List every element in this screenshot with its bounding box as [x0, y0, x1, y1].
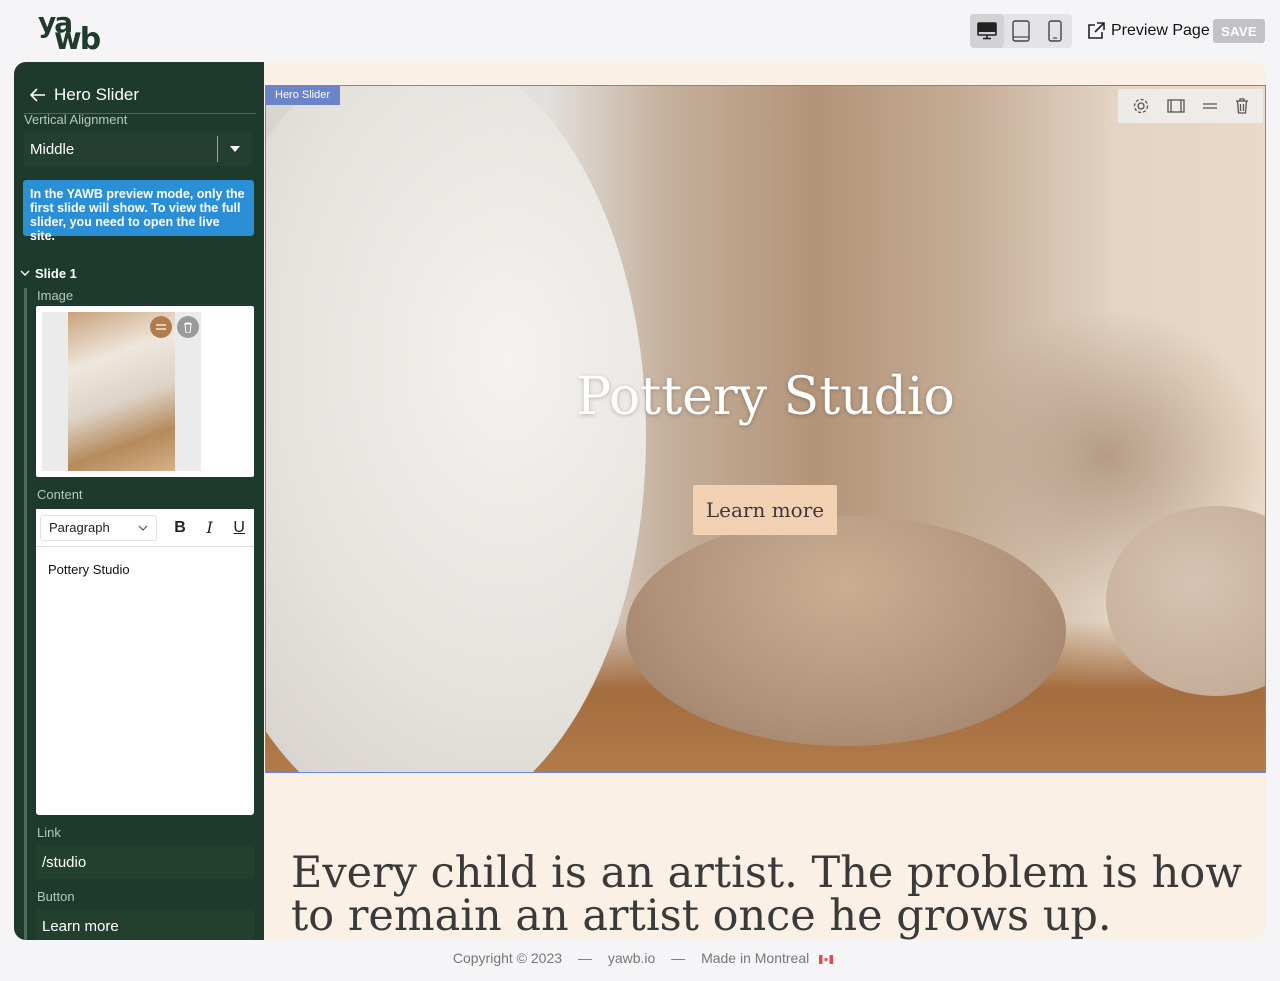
copyright-text: Copyright © 2023	[452, 950, 563, 966]
chevron-down-icon	[138, 525, 148, 531]
mobile-icon	[1048, 20, 1062, 42]
logo-text-bottom: wb	[54, 22, 101, 57]
desktop-icon	[977, 22, 997, 40]
save-button[interactable]: SAVE	[1213, 19, 1265, 43]
delete-image-button[interactable]	[177, 316, 199, 338]
preview-page-link[interactable]: Preview Page	[1087, 20, 1210, 42]
drag-handle-icon[interactable]	[1202, 102, 1218, 110]
bold-button[interactable]: B	[165, 519, 195, 537]
right-bowl	[1106, 506, 1265, 696]
hero-slider-tag: Hero Slider	[265, 85, 341, 105]
hero-slider-image[interactable]	[265, 85, 1266, 773]
vertical-alignment-select[interactable]: Middle	[24, 132, 252, 166]
chevron-down-icon	[20, 270, 30, 276]
slide-1-toggle[interactable]: Slide 1	[20, 266, 77, 281]
desktop-view-button[interactable]	[970, 14, 1004, 48]
menu-icon	[156, 324, 166, 330]
footer-separator: —	[577, 950, 592, 966]
footer: Copyright © 2023 — yawb.io — Made in Mon…	[0, 950, 1280, 966]
link-input[interactable]: /studio	[36, 845, 254, 879]
button-text-input[interactable]: Learn more	[36, 909, 254, 940]
image-label: Image	[37, 288, 74, 303]
yawb-logo[interactable]: ya wb	[38, 6, 110, 57]
replace-image-button[interactable]	[150, 316, 172, 338]
vertical-alignment-label: Vertical Alignment	[24, 112, 128, 127]
external-link-icon	[1088, 22, 1105, 39]
hero-title: Pottery Studio	[576, 367, 955, 427]
content-editor[interactable]: Pottery Studio	[36, 547, 254, 815]
block-toolbar	[1118, 89, 1263, 123]
link-label: Link	[37, 825, 61, 840]
editor-frame: Hero Slider Vertical Alignment Middle In…	[14, 62, 1266, 940]
trash-icon	[184, 322, 192, 333]
made-in-text: Made in Montreal	[701, 950, 810, 966]
tablet-view-button[interactable]	[1004, 14, 1038, 48]
italic-button[interactable]: I	[195, 518, 225, 537]
sidebar-title: Hero Slider	[54, 84, 140, 104]
canada-flag-icon	[819, 954, 834, 964]
underline-button[interactable]: U	[224, 519, 254, 537]
settings-sidebar: Hero Slider Vertical Alignment Middle In…	[14, 62, 264, 940]
layout-icon[interactable]	[1167, 98, 1185, 114]
image-picker[interactable]	[36, 306, 254, 477]
slide-1-label: Slide 1	[35, 266, 77, 281]
paragraph-style-select[interactable]: Paragraph	[40, 514, 158, 541]
chevron-down-icon[interactable]	[218, 146, 252, 152]
preview-mode-notice: In the YAWB preview mode, only the first…	[23, 180, 254, 243]
quote-heading: Every child is an artist. The problem is…	[291, 848, 1243, 940]
mobile-view-button[interactable]	[1038, 14, 1072, 48]
button-label: Button	[37, 889, 75, 904]
tablet-icon	[1012, 20, 1030, 42]
device-switcher	[970, 14, 1072, 48]
slide-tree-line	[24, 288, 27, 940]
trash-icon[interactable]	[1235, 98, 1249, 114]
image-thumbnail[interactable]	[42, 312, 201, 471]
back-arrow-icon[interactable]	[30, 87, 46, 102]
content-text: Pottery Studio	[48, 562, 130, 577]
foreground-bowl-stack	[266, 86, 646, 772]
footer-separator: —	[671, 950, 686, 966]
content-label: Content	[37, 487, 83, 502]
preview-page-label: Preview Page	[1111, 22, 1210, 39]
site-link[interactable]: yawb.io	[608, 950, 655, 966]
rich-text-toolbar: Paragraph B I U	[36, 509, 254, 547]
sidebar-header[interactable]: Hero Slider	[24, 76, 256, 114]
hero-learn-more-button[interactable]: Learn more	[693, 485, 837, 535]
center-bowl	[626, 516, 1066, 746]
vertical-alignment-value: Middle	[30, 140, 75, 158]
gear-icon[interactable]	[1132, 97, 1150, 115]
paragraph-style-value: Paragraph	[49, 520, 110, 535]
